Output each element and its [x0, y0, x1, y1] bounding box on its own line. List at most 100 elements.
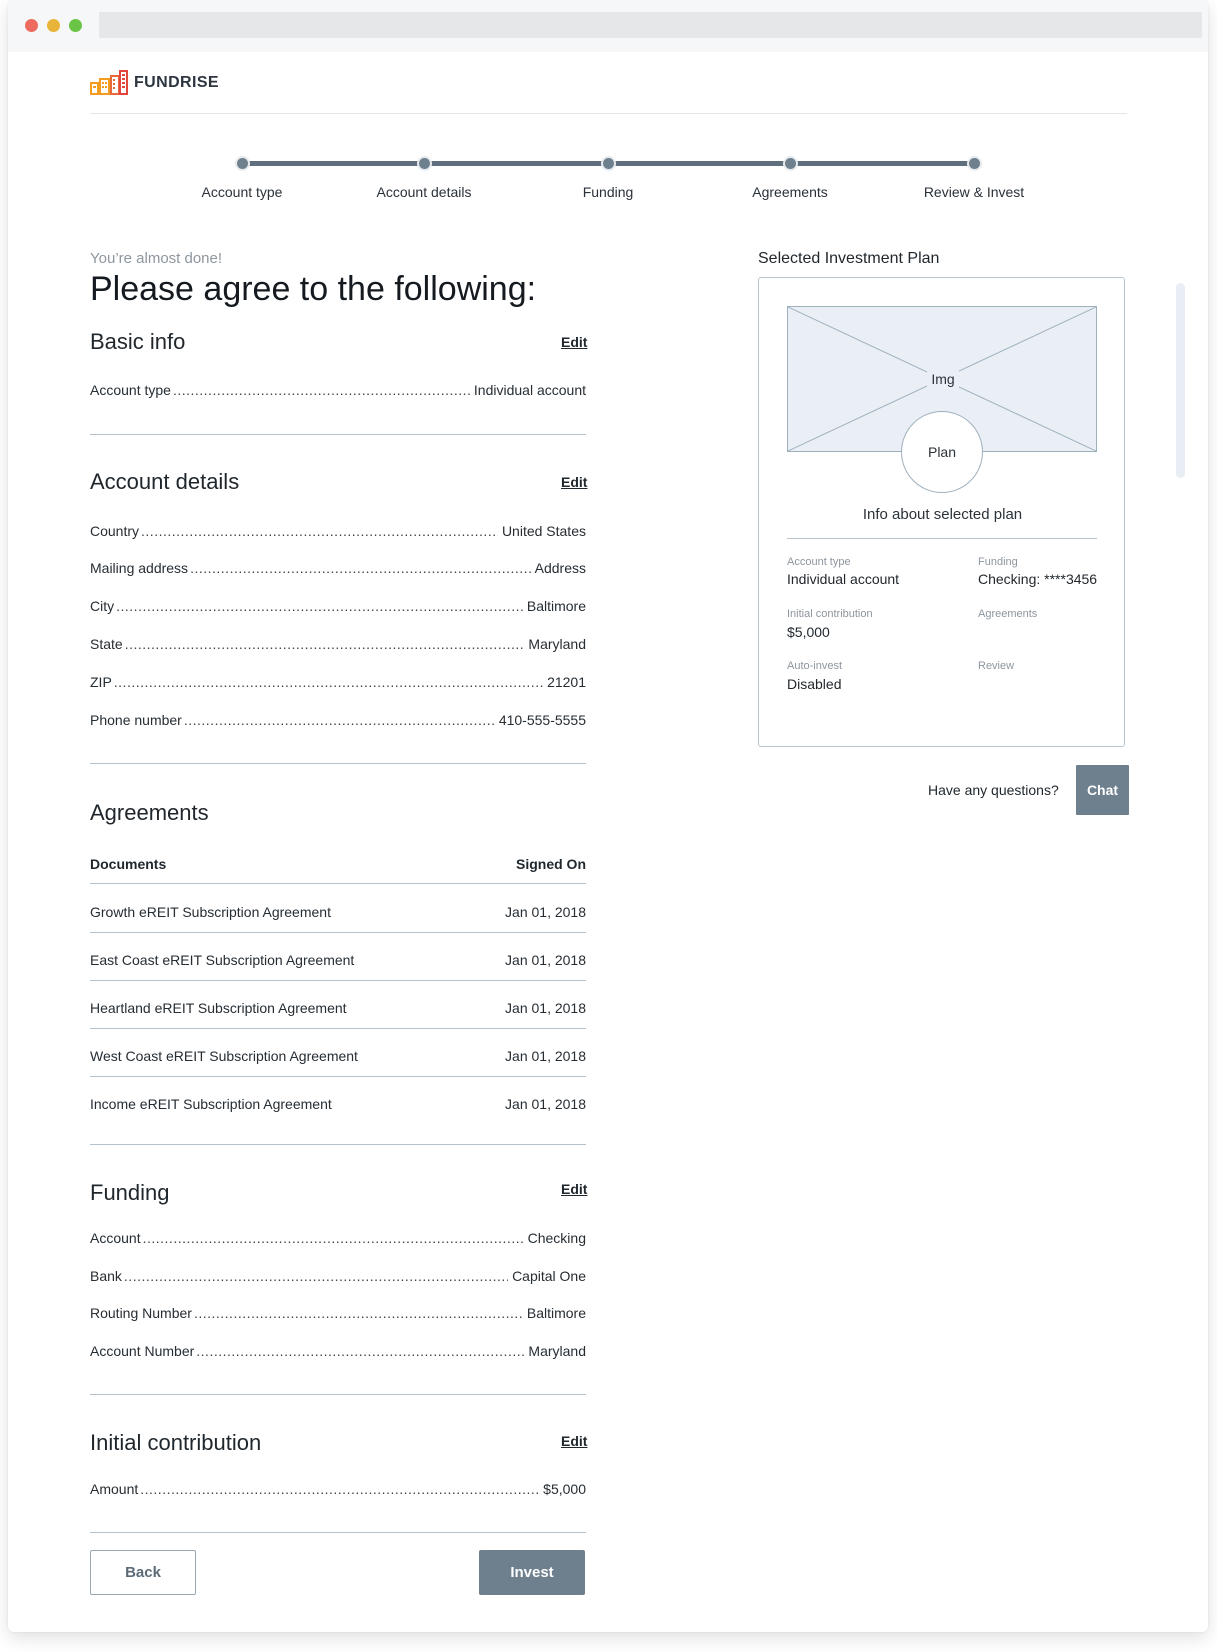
row-value: United States — [501, 523, 586, 539]
dot-leader — [143, 1230, 524, 1246]
summary-row-bank: Bank Capital One — [90, 1268, 586, 1288]
row-value: Individual account — [473, 382, 586, 398]
summary-row-routing-number: Routing Number Baltimore — [90, 1305, 586, 1325]
summary-row-country: Country United States — [90, 523, 586, 543]
maximize-window-icon[interactable] — [69, 19, 82, 32]
row-label: Phone number — [90, 712, 182, 728]
row-value: Address — [534, 560, 586, 576]
plan-field-value-auto-invest: Disabled — [787, 676, 842, 692]
summary-row-state: State Maryland — [90, 636, 586, 656]
summary-row-amount: Amount $5,000 — [90, 1481, 586, 1501]
table-row-divider — [90, 932, 586, 933]
edit-account-details-link[interactable]: Edit — [561, 474, 587, 490]
agreement-document[interactable]: Growth eREIT Subscription Agreement — [90, 904, 331, 920]
dot-leader — [114, 674, 543, 690]
edit-funding-link[interactable]: Edit — [561, 1181, 587, 1197]
column-header-signed-on: Signed On — [516, 856, 586, 872]
chat-button[interactable]: Chat — [1076, 765, 1129, 815]
agreement-row[interactable]: West Coast eREIT Subscription Agreement … — [90, 1048, 586, 1064]
dot-leader — [190, 560, 531, 576]
plan-field-label-auto-invest: Auto-invest — [787, 660, 843, 672]
row-label: Account — [90, 1230, 141, 1246]
row-label: Mailing address — [90, 560, 189, 576]
row-label: State — [90, 636, 123, 652]
agreement-row[interactable]: East Coast eREIT Subscription Agreement … — [90, 952, 586, 968]
plan-field-value-account-type: Individual account — [787, 571, 900, 587]
agreement-document[interactable]: Heartland eREIT Subscription Agreement — [90, 1000, 347, 1016]
browser-window: FUNDRISE Account type Account details Fu… — [8, 0, 1208, 1632]
row-label: City — [90, 598, 115, 614]
edit-initial-contribution-link[interactable]: Edit — [561, 1433, 587, 1449]
dot-leader — [125, 636, 525, 652]
agreement-row[interactable]: Heartland eREIT Subscription Agreement J… — [90, 1000, 586, 1016]
page-title: Please agree to the following: — [90, 270, 537, 308]
agreement-signed-date: Jan 01, 2018 — [505, 952, 586, 968]
browser-titlebar — [8, 0, 1208, 52]
table-row-divider — [90, 1076, 586, 1077]
plan-field-value-funding: Checking: ****3456 — [978, 571, 1098, 587]
plan-image-label-text: Img — [927, 369, 959, 389]
step-label-agreements[interactable]: Agreements — [752, 184, 827, 200]
summary-row-phone-number: Phone number 410-555-5555 — [90, 712, 586, 732]
help-question-text: Have any questions? — [928, 782, 1059, 798]
agreement-document[interactable]: West Coast eREIT Subscription Agreement — [90, 1048, 358, 1064]
row-value: Checking — [527, 1230, 586, 1246]
dot-leader — [184, 712, 495, 728]
section-divider — [90, 1394, 586, 1395]
plan-divider — [787, 538, 1097, 539]
step-label-account-type[interactable]: Account type — [202, 184, 283, 200]
step-label-funding[interactable]: Funding — [583, 184, 634, 200]
edit-basic-info-link[interactable]: Edit — [561, 334, 587, 350]
agreement-row[interactable]: Income eREIT Subscription Agreement Jan … — [90, 1096, 586, 1112]
summary-row-account-number: Account Number Maryland — [90, 1343, 586, 1363]
row-label: Amount — [90, 1481, 139, 1497]
agreement-row[interactable]: Growth eREIT Subscription Agreement Jan … — [90, 904, 586, 920]
table-row-divider — [90, 883, 586, 884]
section-title-basic-info: Basic info — [90, 329, 186, 354]
scrollbar[interactable] — [1176, 283, 1185, 478]
address-bar[interactable] — [99, 12, 1202, 38]
dot-leader — [196, 1343, 524, 1359]
row-value: Capital One — [512, 1268, 586, 1284]
step-dot-account-details[interactable] — [417, 156, 432, 171]
section-divider — [90, 763, 586, 764]
step-dot-account-type[interactable] — [235, 156, 250, 171]
summary-row-city: City Baltimore — [90, 598, 586, 618]
plan-badge: Plan — [901, 411, 983, 493]
agreements-table-header: Documents Signed On — [90, 856, 586, 872]
section-title-agreements: Agreements — [90, 800, 209, 825]
page-eyebrow: You’re almost done! — [90, 250, 223, 267]
selected-plan-card: Img Plan Info about selected plan Accoun… — [758, 277, 1125, 747]
plan-field-label-agreements: Agreements — [978, 608, 1038, 620]
plan-info-text: Info about selected plan — [862, 506, 1023, 523]
plan-heading: Selected Investment Plan — [758, 250, 940, 267]
row-value: $5,000 — [543, 1481, 586, 1497]
invest-button[interactable]: Invest — [479, 1550, 585, 1595]
agreement-signed-date: Jan 01, 2018 — [505, 1096, 586, 1112]
row-value: Baltimore — [526, 598, 586, 614]
table-row-divider — [90, 980, 586, 981]
agreement-signed-date: Jan 01, 2018 — [505, 1000, 586, 1016]
brand-logo[interactable]: FUNDRISE — [90, 70, 219, 96]
section-divider — [90, 1144, 586, 1145]
section-divider — [90, 1532, 586, 1533]
step-dot-review-invest[interactable] — [967, 156, 982, 171]
table-row-divider — [90, 1028, 586, 1029]
agreement-document[interactable]: Income eREIT Subscription Agreement — [90, 1096, 332, 1112]
minimize-window-icon[interactable] — [47, 19, 60, 32]
row-value: 21201 — [547, 674, 586, 690]
dot-leader — [194, 1305, 523, 1321]
step-label-account-details[interactable]: Account details — [377, 184, 472, 200]
step-label-review-invest[interactable]: Review & Invest — [924, 184, 1024, 200]
plan-field-label-account-type: Account type — [787, 556, 851, 568]
row-label: Routing Number — [90, 1305, 192, 1321]
step-dot-funding[interactable] — [601, 156, 616, 171]
row-value: Baltimore — [526, 1305, 586, 1321]
row-label: Bank — [90, 1268, 122, 1284]
plan-image-label: Img — [788, 369, 1098, 389]
back-button[interactable]: Back — [90, 1550, 196, 1595]
section-title-account-details: Account details — [90, 469, 240, 494]
close-window-icon[interactable] — [25, 19, 38, 32]
step-dot-agreements[interactable] — [783, 156, 798, 171]
agreement-document[interactable]: East Coast eREIT Subscription Agreement — [90, 952, 354, 968]
